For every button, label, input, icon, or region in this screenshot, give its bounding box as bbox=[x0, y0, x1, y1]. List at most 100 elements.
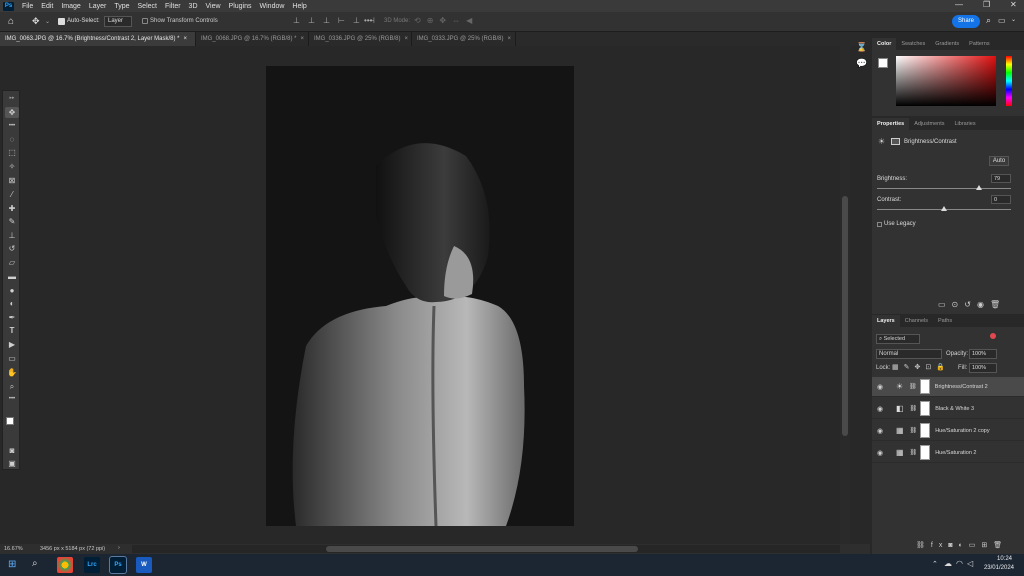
tab-swatches[interactable]: Swatches bbox=[896, 38, 930, 50]
menu-view[interactable]: View bbox=[206, 3, 221, 10]
maximize-button[interactable]: ❐ bbox=[983, 0, 990, 9]
comments-icon[interactable]: 💬 bbox=[856, 58, 867, 69]
close-icon[interactable]: × bbox=[300, 36, 304, 42]
tab-properties[interactable]: Properties bbox=[872, 118, 910, 130]
auto-select-dropdown[interactable]: Layer bbox=[104, 16, 132, 27]
scrollbar-thumb[interactable] bbox=[326, 546, 638, 552]
move-tool-icon[interactable]: ✥ bbox=[5, 107, 19, 118]
contrast-input[interactable] bbox=[991, 195, 1011, 204]
status-menu-arrow[interactable]: › bbox=[118, 545, 120, 551]
close-window-button[interactable]: ✕ bbox=[1010, 0, 1017, 9]
type-tool-icon[interactable]: T bbox=[5, 325, 19, 336]
menu-image[interactable]: Image bbox=[61, 3, 80, 10]
toolbar-collapse-icon[interactable]: ▸▸ bbox=[5, 93, 19, 104]
menu-select[interactable]: Select bbox=[138, 3, 157, 10]
tab-patterns[interactable]: Patterns bbox=[964, 38, 994, 50]
layer-mask-thumbnail[interactable] bbox=[919, 379, 930, 394]
object-selection-icon[interactable]: ⬚ bbox=[5, 147, 19, 158]
crop-tool-icon[interactable]: ⊠ bbox=[5, 175, 19, 186]
screen-mode-icon[interactable]: ▣ bbox=[5, 458, 19, 469]
layer-row[interactable]: ◉ ◧ ⛓ Black & White 3 bbox=[872, 399, 1024, 419]
blur-tool-icon[interactable]: ● bbox=[5, 285, 19, 296]
brush-tool-icon[interactable]: ✎ bbox=[5, 216, 19, 227]
zoom-level[interactable]: 16.67% bbox=[4, 546, 23, 552]
auto-select-checkbox[interactable] bbox=[58, 18, 65, 25]
workspace-icon[interactable]: ▭ bbox=[998, 16, 1006, 25]
tab-img-0333[interactable]: IMG_0333.JPG @ 25% (RGB/8) × bbox=[412, 32, 516, 46]
clock-time[interactable]: 10:24 bbox=[980, 556, 1012, 562]
tab-img-0336[interactable]: IMG_0336.JPG @ 25% (RGB/8) × bbox=[309, 32, 412, 46]
zoom-tool-icon[interactable]: ⌕ bbox=[5, 381, 19, 392]
gradient-tool-icon[interactable]: ▬ bbox=[5, 271, 19, 282]
menu-window[interactable]: Window bbox=[260, 3, 285, 10]
layer-row[interactable]: ◉ ▦ ⛓ Hue/Saturation 2 copy bbox=[872, 421, 1024, 441]
brightness-slider-track[interactable] bbox=[877, 188, 1011, 189]
transform-checkbox[interactable] bbox=[142, 18, 148, 24]
blend-mode-dropdown[interactable]: Normal bbox=[876, 349, 942, 359]
foreground-color-swatch[interactable] bbox=[6, 417, 14, 425]
brightness-input[interactable] bbox=[991, 174, 1011, 183]
visibility-eye-icon[interactable]: ◉ bbox=[877, 383, 883, 391]
windows-start-icon[interactable]: ⊞ bbox=[8, 559, 16, 570]
horizontal-scrollbar[interactable] bbox=[132, 545, 840, 553]
lightroom-classic-icon[interactable]: Lrc bbox=[84, 557, 100, 573]
link-icon[interactable]: ⛓ bbox=[909, 383, 917, 390]
search-icon[interactable]: ⌕ bbox=[32, 558, 38, 569]
search-icon[interactable]: ⌕ bbox=[986, 15, 991, 26]
menu-file[interactable]: File bbox=[22, 3, 33, 10]
brightness-contrast-icon[interactable]: ☀ bbox=[878, 137, 885, 146]
edit-toolbar-icon[interactable]: ••• bbox=[5, 394, 19, 405]
tab-layers[interactable]: Layers bbox=[872, 315, 900, 327]
tab-gradients[interactable]: Gradients bbox=[930, 38, 964, 50]
path-selection-icon[interactable]: ▶ bbox=[5, 339, 19, 350]
menu-3d[interactable]: 3D bbox=[189, 3, 198, 10]
minimize-button[interactable]: — bbox=[955, 0, 963, 9]
move-tool-icon[interactable]: ✥ bbox=[32, 16, 40, 27]
layer-mask-icon[interactable] bbox=[891, 138, 900, 145]
rectangle-tool-icon[interactable]: ▭ bbox=[5, 353, 19, 364]
lasso-tool-icon[interactable]: ◌ bbox=[5, 134, 19, 145]
chrome-icon[interactable] bbox=[57, 557, 73, 573]
layer-mask-thumbnail[interactable] bbox=[920, 445, 931, 460]
tab-img-0068[interactable]: IMG_0068.JPG @ 16.7% (RGB/8) * × bbox=[196, 32, 309, 46]
tray-chevron-icon[interactable]: ⌃ bbox=[932, 560, 938, 568]
cloud-icon[interactable]: ☁ bbox=[944, 559, 952, 568]
opacity-input[interactable] bbox=[969, 349, 997, 359]
menu-plugins[interactable]: Plugins bbox=[229, 3, 252, 10]
wifi-icon[interactable]: ◠ bbox=[956, 559, 963, 568]
3d-mode-icons[interactable]: ⟲⊕✥⇔◀ bbox=[414, 16, 478, 25]
hue-slider[interactable] bbox=[1006, 56, 1012, 106]
close-icon[interactable]: × bbox=[404, 36, 408, 42]
auto-button[interactable]: Auto bbox=[989, 156, 1009, 166]
link-icon[interactable]: ⛓ bbox=[910, 449, 918, 456]
layer-mask-thumbnail[interactable] bbox=[920, 401, 931, 416]
tab-paths[interactable]: Paths bbox=[933, 315, 957, 327]
clock-date[interactable]: 23/01/2024 bbox=[978, 565, 1014, 571]
visibility-eye-icon[interactable]: ◉ bbox=[877, 427, 883, 435]
share-button[interactable]: Share bbox=[952, 15, 980, 28]
menu-edit[interactable]: Edit bbox=[41, 3, 53, 10]
menu-help[interactable]: Help bbox=[292, 3, 306, 10]
foreground-color-swatch[interactable] bbox=[878, 58, 888, 68]
tab-channels[interactable]: Channels bbox=[900, 315, 933, 327]
clone-stamp-icon[interactable]: ⊥ bbox=[5, 230, 19, 241]
photoshop-logo[interactable]: Ps bbox=[3, 1, 14, 11]
link-icon[interactable]: ⛓ bbox=[910, 427, 918, 434]
tab-libraries[interactable]: Libraries bbox=[949, 118, 980, 130]
brightness-slider-handle[interactable] bbox=[975, 185, 982, 190]
tab-color[interactable]: Color bbox=[872, 38, 897, 50]
menu-filter[interactable]: Filter bbox=[165, 3, 181, 10]
hand-tool-icon[interactable]: ✋ bbox=[5, 367, 19, 378]
filter-toggle-icon[interactable] bbox=[990, 333, 996, 339]
contrast-slider-handle[interactable] bbox=[941, 206, 947, 211]
chevron-down-icon[interactable]: ⌄ bbox=[1011, 16, 1016, 23]
dodge-tool-icon[interactable]: ◐ bbox=[5, 298, 19, 309]
fill-input[interactable] bbox=[969, 363, 997, 373]
visibility-eye-icon[interactable]: ◉ bbox=[877, 449, 883, 457]
tab-adjustments[interactable]: Adjustments bbox=[909, 118, 949, 130]
visibility-eye-icon[interactable]: ◉ bbox=[877, 405, 883, 413]
lock-icons[interactable]: ▦✎✥⊡🔒 bbox=[892, 363, 950, 371]
healing-brush-icon[interactable]: ✚ bbox=[5, 203, 19, 214]
link-icon[interactable]: ⛓ bbox=[910, 405, 918, 412]
color-picker-field[interactable] bbox=[896, 56, 996, 106]
